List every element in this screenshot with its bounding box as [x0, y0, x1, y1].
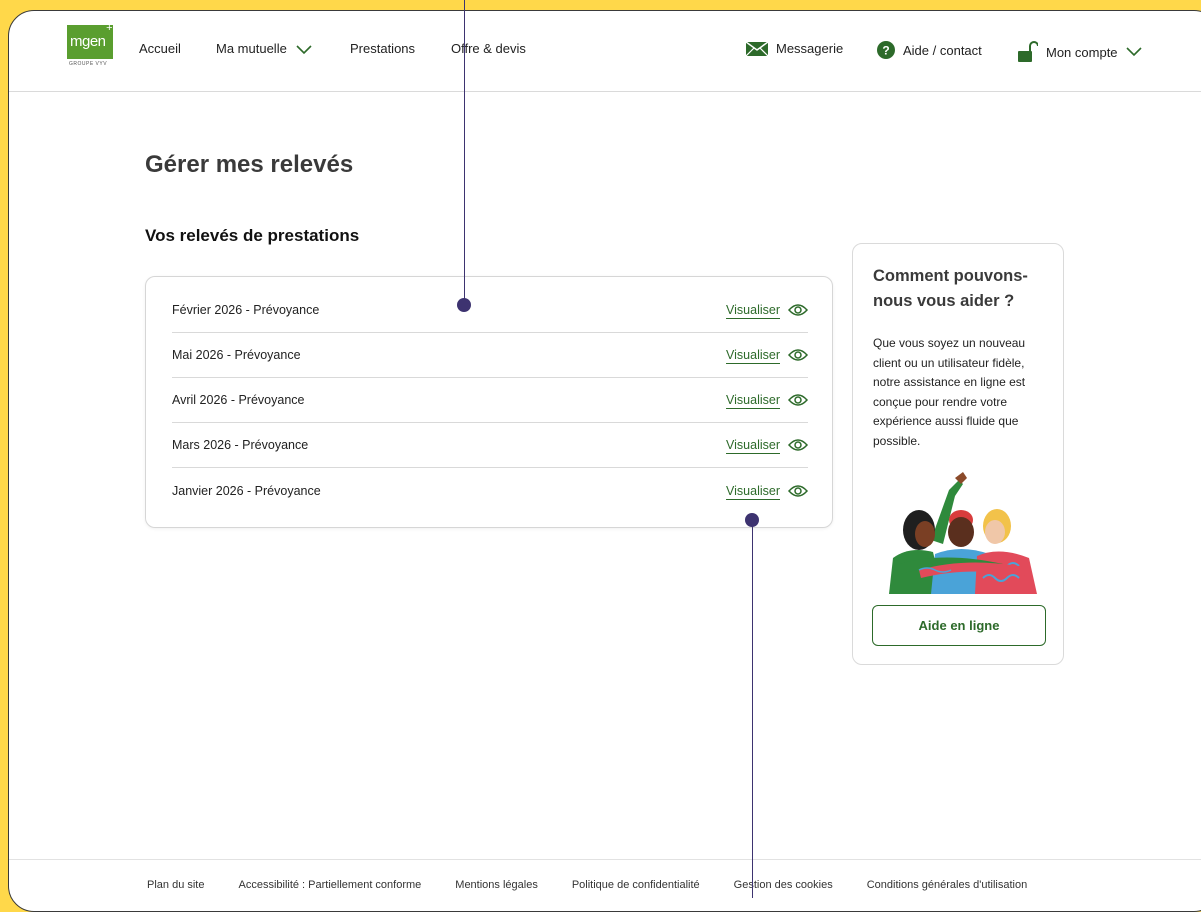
- envelope-icon: [746, 41, 768, 56]
- view-label: Visualiser: [726, 348, 780, 362]
- page-title: Gérer mes relevés: [145, 151, 354, 178]
- footer-link-politique-confidentialite[interactable]: Politique de confidentialité: [572, 879, 700, 891]
- help-circle-icon: ?: [877, 41, 895, 59]
- footer-link-cgu[interactable]: Conditions générales d'utilisation: [867, 879, 1027, 891]
- view-label: Visualiser: [726, 438, 780, 452]
- statement-row: Février 2026 - Prévoyance Visualiser: [172, 288, 808, 333]
- online-help-button[interactable]: Aide en ligne: [872, 605, 1046, 646]
- view-statement-link[interactable]: Visualiser: [726, 484, 808, 498]
- logo-text: mgen: [70, 33, 106, 50]
- chevron-down-icon: [296, 44, 313, 54]
- footer-links: Plan du site Accessibilité : Partielleme…: [147, 879, 1061, 891]
- statement-row: Janvier 2026 - Prévoyance Visualiser: [172, 468, 808, 513]
- nav-accueil[interactable]: Accueil: [139, 41, 181, 56]
- view-label: Visualiser: [726, 393, 780, 407]
- logo-subtitle: GROUPE VYV: [69, 61, 108, 67]
- footer-link-mentions-legales[interactable]: Mentions légales: [455, 879, 538, 891]
- top-header: mgen + GROUPE VYV Accueil Ma mutuelle Pr…: [9, 11, 1201, 92]
- footer-link-accessibilite[interactable]: Accessibilité : Partiellement conforme: [238, 879, 421, 891]
- eye-icon: [788, 484, 808, 497]
- messagerie-link[interactable]: Messagerie: [746, 41, 843, 56]
- statements-list: Février 2026 - Prévoyance Visualiser Mai…: [145, 276, 833, 528]
- eye-icon: [788, 394, 808, 406]
- nav-offre-devis[interactable]: Offre & devis: [451, 41, 526, 56]
- nav-prestations[interactable]: Prestations: [350, 41, 415, 56]
- unlock-icon: [1018, 41, 1038, 62]
- help-text: Que vous soyez un nouveau client ou un u…: [873, 336, 1026, 448]
- mon-compte-label: Mon compte: [1046, 44, 1118, 60]
- chevron-down-icon: [1125, 47, 1142, 57]
- statement-label: Mai 2026 - Prévoyance: [172, 348, 301, 362]
- logo-plus-icon: +: [106, 22, 112, 34]
- aide-contact-label: Aide / contact: [903, 42, 982, 58]
- statement-label: Février 2026 - Prévoyance: [172, 303, 320, 317]
- statement-label: Mars 2026 - Prévoyance: [172, 438, 309, 452]
- view-statement-link[interactable]: Visualiser: [726, 393, 808, 407]
- statement-label: Avril 2026 - Prévoyance: [172, 393, 305, 407]
- mgen-logo[interactable]: mgen +: [67, 22, 113, 59]
- messagerie-label: Messagerie: [776, 41, 844, 56]
- help-card: Comment pouvons-nous vous aider ? Que vo…: [852, 243, 1064, 665]
- footer-link-gestion-cookies[interactable]: Gestion des cookies: [734, 879, 833, 891]
- eye-icon: [788, 304, 808, 316]
- group-hug-illustration: [889, 472, 1037, 594]
- nav-ma-mutuelle[interactable]: Ma mutuelle: [216, 41, 313, 56]
- nav-ma-mutuelle-label: Ma mutuelle: [216, 41, 287, 56]
- annotation-dot-bottom: [745, 513, 759, 527]
- annotation-line-top: [464, 0, 465, 300]
- view-statement-link[interactable]: Visualiser: [726, 303, 808, 317]
- mon-compte-menu[interactable]: Mon compte: [1018, 41, 1142, 63]
- footer: Plan du site Accessibilité : Partielleme…: [9, 859, 1201, 911]
- help-title: Comment pouvons-nous vous aider ?: [873, 267, 1028, 310]
- footer-link-plan-du-site[interactable]: Plan du site: [147, 879, 204, 891]
- app-frame: mgen + GROUPE VYV Accueil Ma mutuelle Pr…: [8, 10, 1201, 912]
- statement-row: Mai 2026 - Prévoyance Visualiser: [172, 333, 808, 378]
- annotation-line-bottom: [752, 520, 753, 898]
- view-statement-link[interactable]: Visualiser: [726, 348, 808, 362]
- svg-text:?: ?: [882, 44, 889, 58]
- aide-contact-link[interactable]: ? Aide / contact: [877, 41, 982, 59]
- eye-icon: [788, 349, 808, 361]
- view-statement-link[interactable]: Visualiser: [726, 438, 808, 452]
- statement-row: Mars 2026 - Prévoyance Visualiser: [172, 423, 808, 468]
- annotation-dot-top: [457, 298, 471, 312]
- statement-row: Avril 2026 - Prévoyance Visualiser: [172, 378, 808, 423]
- view-label: Visualiser: [726, 303, 780, 317]
- section-title: Vos relevés de prestations: [145, 226, 360, 245]
- statement-label: Janvier 2026 - Prévoyance: [172, 483, 321, 498]
- view-label: Visualiser: [726, 483, 780, 498]
- eye-icon: [788, 439, 808, 451]
